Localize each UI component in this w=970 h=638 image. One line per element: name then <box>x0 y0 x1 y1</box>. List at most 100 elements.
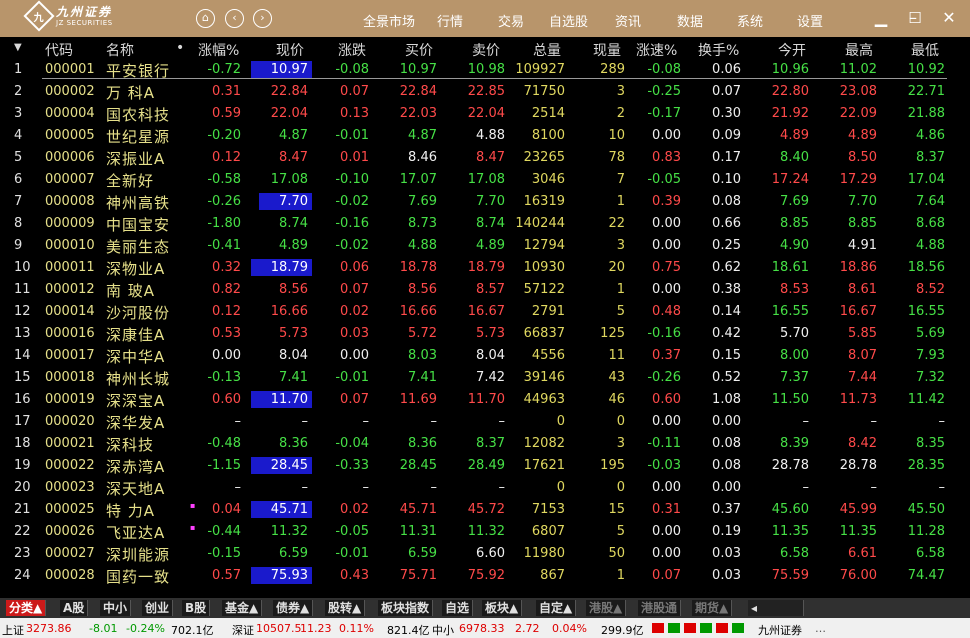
table-row[interactable]: 2 000002 万 科A 0.31 22.84 0.07 22.84 22.85 71750 3… <box>0 81 970 103</box>
turnover-rate: 0.42 <box>712 326 741 341</box>
table-row[interactable]: 20 000023 深天地A – – – – – 0 0 0.00 0.00 – – – <box>0 477 970 499</box>
col-header-low[interactable]: 最低 <box>911 40 939 60</box>
col-header-name[interactable]: 名称 <box>106 40 134 60</box>
table-row[interactable]: 11 000012 南 玻A 0.82 8.56 0.07 8.56 8.57 57122 1 0.… <box>0 279 970 301</box>
ask-price: 17.08 <box>467 172 505 187</box>
table-row[interactable]: 12 000014 沙河股份 0.12 16.66 0.02 16.66 16.67 2791 5… <box>0 301 970 323</box>
row-index: 23 <box>14 546 31 561</box>
menu-item-news[interactable]: 资讯 <box>615 11 641 30</box>
table-row[interactable]: 18 000021 深科技 -0.48 8.36 -0.04 8.36 8.37 12082 3 -… <box>0 433 970 455</box>
col-header-speed[interactable]: 涨速% <box>636 40 677 60</box>
low-price: 74.47 <box>907 568 945 583</box>
current-volume: 1 <box>616 282 625 297</box>
sh-index: 3273.86 <box>26 622 72 635</box>
mini-chart-icon <box>668 623 680 633</box>
table-row[interactable]: 13 000016 深康佳A 0.53 5.73 0.03 5.72 5.73 66837 125… <box>0 323 970 345</box>
tab-2[interactable]: 中小 <box>100 600 132 616</box>
table-row[interactable]: 4 000005 世纪星源 -0.20 4.87 -0.01 4.87 4.88 8100 10 0… <box>0 125 970 147</box>
back-icon[interactable]: ‹ <box>225 9 244 28</box>
turnover-rate: 0.30 <box>712 106 741 121</box>
tab-1[interactable]: A股 <box>60 600 89 616</box>
home-icon[interactable]: ⌂ <box>196 9 215 28</box>
col-header-price[interactable]: 现价 <box>276 40 304 60</box>
table-row[interactable]: 19 000022 深赤湾A -1.15 28.45 -0.33 28.45 28.49 176… <box>0 455 970 477</box>
menu-item-settings[interactable]: 设置 <box>797 11 823 30</box>
low-price: 28.35 <box>907 458 945 473</box>
col-header-open[interactable]: 今开 <box>778 40 806 60</box>
menu-item-quotes[interactable]: 行情 <box>437 11 463 30</box>
ellipsis-icon[interactable]: … <box>815 622 826 635</box>
total-volume: 10930 <box>523 260 565 275</box>
table-row[interactable]: 23 000027 深圳能源 -0.15 6.59 -0.01 6.59 6.60 11980 5… <box>0 543 970 565</box>
row-index: 10 <box>14 260 31 275</box>
table-row[interactable]: 15 000018 神州长城 -0.13 7.41 -0.01 7.41 7.42 39146 4… <box>0 367 970 389</box>
tab-13[interactable]: 港股通 <box>638 600 682 616</box>
stock-name: 深振业A <box>106 150 166 168</box>
menu-item-system[interactable]: 系统 <box>737 11 763 30</box>
tab-8[interactable]: 板块指数 <box>378 600 434 616</box>
col-header-high[interactable]: 最高 <box>845 40 873 60</box>
tab-9[interactable]: 自选 <box>442 600 474 616</box>
current-volume: 1 <box>616 194 625 209</box>
col-header-volume[interactable]: 总量 <box>533 40 561 60</box>
menu-item-overview[interactable]: 全景市场 <box>363 11 415 30</box>
forward-icon[interactable]: › <box>253 9 272 28</box>
table-row[interactable]: 5 000006 深振业A 0.12 8.47 0.01 8.46 8.47 23265 78 0.… <box>0 147 970 169</box>
change-speed: -0.03 <box>647 458 681 473</box>
table-row[interactable]: 17 000020 深华发A – – – – – 0 0 0.00 0.00 – – – <box>0 411 970 433</box>
menu-item-trade[interactable]: 交易 <box>498 11 524 30</box>
tab-3[interactable]: 创业 <box>142 600 174 616</box>
table-row[interactable]: 9 000010 美丽生态 -0.41 4.89 -0.02 4.88 4.89 12794 3 0… <box>0 235 970 257</box>
table-row[interactable]: 6 000007 全新好 -0.58 17.08 -0.10 17.07 17.08 3046 7… <box>0 169 970 191</box>
minimize-icon[interactable]: ▁ <box>871 8 891 28</box>
menu-item-watchlist[interactable]: 自选股 <box>549 11 588 30</box>
table-row[interactable]: 10 000011 深物业A 0.32 18.79 0.06 18.78 18.79 10930… <box>0 257 970 279</box>
col-header-cur-volume[interactable]: 现量 <box>593 40 621 60</box>
table-row[interactable]: 21 000025 特 力A ▪ 0.04 45.71 0.02 45.71 45.72 7153… <box>0 499 970 521</box>
table-row[interactable]: 16 000019 深深宝A 0.60 11.70 0.07 11.69 11.70 44963… <box>0 389 970 411</box>
sh-change-pct: -0.24% <box>126 622 165 635</box>
bid-price: 4.87 <box>408 128 437 143</box>
change-speed: 0.31 <box>652 502 681 517</box>
col-header-code[interactable]: 代码 <box>45 40 73 60</box>
stock-name: 南 玻A <box>106 282 156 300</box>
change-speed: 0.39 <box>652 194 681 209</box>
tab-14[interactable]: 期货▲ <box>692 600 733 616</box>
table-row[interactable]: 7 000008 神州高铁 -0.26 7.70 -0.02 7.69 7.70 16319 1 0… <box>0 191 970 213</box>
table-row[interactable]: 24 000028 国药一致 0.57 75.93 0.43 75.71 75.92 867 1 0… <box>0 565 970 587</box>
tabs-scrollbar[interactable]: ◂ <box>748 600 804 616</box>
change: 0.06 <box>340 260 369 275</box>
col-header-ask[interactable]: 卖价 <box>472 40 500 60</box>
tab-4[interactable]: B股 <box>182 600 211 616</box>
total-volume: 8100 <box>531 128 565 143</box>
menu-item-data[interactable]: 数据 <box>677 11 703 30</box>
change: -0.10 <box>335 172 369 187</box>
change: -0.08 <box>335 62 369 77</box>
total-volume: 109927 <box>515 62 565 77</box>
tab-12[interactable]: 港股▲ <box>586 600 627 616</box>
change-pct: -0.41 <box>207 238 241 253</box>
price: 5.73 <box>279 326 308 341</box>
col-header-change-pct[interactable]: 涨幅% <box>198 40 239 60</box>
turnover-rate: 0.19 <box>712 524 741 539</box>
tab-7[interactable]: 股转▲ <box>325 600 366 616</box>
tab-11[interactable]: 自定▲ <box>536 600 577 616</box>
col-header-bid[interactable]: 买价 <box>405 40 433 60</box>
change-speed: -0.05 <box>647 172 681 187</box>
tab-6[interactable]: 债券▲ <box>273 600 314 616</box>
tab-10[interactable]: 板块▲ <box>482 600 523 616</box>
tab-5[interactable]: 基金▲ <box>222 600 263 616</box>
total-volume: 2791 <box>531 304 565 319</box>
bid-price: 6.59 <box>408 546 437 561</box>
col-header-change[interactable]: 涨跌 <box>338 40 366 60</box>
table-row[interactable]: 3 000004 国农科技 0.59 22.04 0.13 22.03 22.04 2514 2 -… <box>0 103 970 125</box>
sort-arrow-icon[interactable]: ▼ <box>14 42 22 53</box>
table-row[interactable]: 14 000017 深中华A 0.00 8.04 0.00 8.03 8.04 4556 11 0.… <box>0 345 970 367</box>
table-row[interactable]: 8 000009 中国宝安 -1.80 8.74 -0.16 8.73 8.74 140244 2… <box>0 213 970 235</box>
tab-0[interactable]: 分类▲ <box>6 600 47 616</box>
maximize-icon[interactable]: ☐ <box>905 8 925 28</box>
close-icon[interactable]: ✕ <box>939 8 959 28</box>
col-header-turnover[interactable]: 换手% <box>698 40 739 60</box>
table-row[interactable]: 22 000026 飞亚达A ▪ -0.44 11.32 -0.05 11.31 11.32 68… <box>0 521 970 543</box>
mini-chart-icon <box>684 623 696 633</box>
